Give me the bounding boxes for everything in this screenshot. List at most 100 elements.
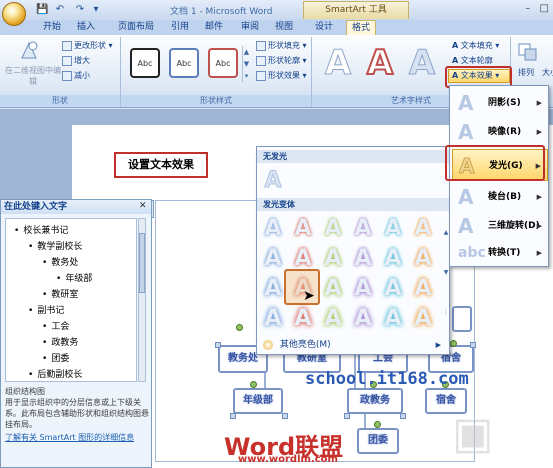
rotation-handle[interactable] (450, 340, 457, 347)
glow-variant-option[interactable]: A (292, 215, 314, 243)
qat-dropdown-icon[interactable]: ▾ (90, 4, 102, 16)
menu-item-shadow[interactable]: A 阴影(S) ▶ (452, 89, 548, 117)
learn-more-link[interactable]: 了解有关 SmartArt 图形的详细信息 (5, 432, 149, 443)
glow-variant-option[interactable]: A (262, 275, 284, 303)
list-item[interactable]: 校长兼书记 (14, 223, 68, 236)
org-node[interactable]: 政教务 (347, 388, 403, 414)
tab-review[interactable]: 审阅 (238, 20, 262, 35)
larger-button[interactable]: 增大 (62, 55, 90, 66)
resize-handle[interactable] (470, 342, 476, 348)
glow-variant-option[interactable]: A (322, 215, 344, 243)
wordart-style-1[interactable]: A (320, 43, 356, 84)
text-pane-scrollbar[interactable] (138, 218, 146, 382)
glow-variant-option[interactable]: A (352, 215, 374, 243)
resize-handle[interactable] (344, 413, 350, 419)
undo-icon[interactable]: ↶ (54, 4, 66, 16)
list-item[interactable]: 教研室 (42, 287, 78, 300)
glow-variant-option[interactable]: A (382, 305, 404, 333)
glow-variant-option[interactable]: A (412, 275, 434, 303)
arrange-button[interactable]: 排列 (518, 67, 534, 78)
smartart-tools-label: SmartArt 工具 (303, 1, 409, 19)
watermark-school: school.it168.com (305, 369, 469, 389)
resize-handle[interactable] (230, 413, 236, 419)
glow-variant-option[interactable]: A (262, 245, 284, 273)
change-shape-button[interactable]: 更改形状 ▾ (62, 40, 113, 51)
glow-variant-option[interactable]: A (382, 275, 404, 303)
glow-variant-option[interactable]: A (412, 305, 434, 333)
no-glow-header: 无发光 (257, 150, 449, 163)
shape-outline-button[interactable]: 形状轮廓 ▾ (256, 55, 307, 66)
size-button[interactable]: 大小 (542, 67, 553, 78)
glow-variant-option[interactable]: A (322, 245, 344, 273)
minimize-icon[interactable]: – (525, 3, 530, 14)
close-icon[interactable]: ✕ (139, 201, 147, 211)
list-item[interactable]: 团委 (42, 351, 69, 364)
glow-variant-option[interactable]: A (382, 245, 404, 273)
glow-variant-option[interactable]: A (352, 275, 374, 303)
menu-item-bevel[interactable]: A 棱台(B) ▶ (452, 183, 548, 211)
arrange-icon[interactable] (517, 41, 539, 63)
tab-references[interactable]: 引用 (168, 20, 192, 35)
tab-view[interactable]: 视图 (272, 20, 296, 35)
resize-handle[interactable] (282, 413, 288, 419)
rotation-handle[interactable] (374, 421, 381, 428)
text-fill-button[interactable]: A 文本填充 ▾ (452, 40, 499, 51)
glow-variant-option[interactable]: A (382, 215, 404, 243)
redo-icon[interactable]: ↷ (74, 4, 86, 16)
shape-style-1[interactable]: Abc (130, 48, 160, 78)
maximize-icon[interactable]: □ (540, 3, 549, 14)
save-icon[interactable]: 💾 (36, 4, 48, 16)
glow-variant-option[interactable]: A (262, 215, 284, 243)
layout-title: 组织结构图 (5, 387, 45, 396)
glow-variant-option[interactable]: A (412, 215, 434, 243)
glow-variant-option[interactable]: A (292, 305, 314, 333)
glow-variant-option[interactable]: A (352, 305, 374, 333)
resize-handle[interactable] (400, 413, 406, 419)
list-item[interactable]: 副书记 (28, 303, 64, 316)
tab-mailings[interactable]: 邮件 (202, 20, 226, 35)
list-item[interactable]: 教务处 (42, 255, 78, 268)
shape-style-3[interactable]: Abc (208, 48, 238, 78)
more-colors-item[interactable]: 其他亮色(M) ▶ (259, 338, 447, 352)
tab-design[interactable]: 设计 (311, 20, 337, 35)
glow-menu-highlight (445, 145, 545, 181)
glow-variant-option[interactable]: A (322, 275, 344, 303)
shape-effects-button[interactable]: 形状效果 ▾ (256, 70, 307, 81)
tab-page-layout[interactable]: 页面布局 (112, 20, 160, 35)
rotation-handle[interactable] (236, 324, 243, 331)
glow-variant-option[interactable]: A (412, 245, 434, 273)
rotation-handle[interactable] (250, 381, 257, 388)
glow-variant-option[interactable]: A (262, 305, 284, 333)
org-node[interactable]: 年级部 (233, 388, 283, 414)
glow-variant-option[interactable]: A (322, 305, 344, 333)
tab-home[interactable]: 开始 (40, 20, 64, 35)
edit-2d-icon[interactable] (18, 40, 40, 62)
office-button[interactable] (2, 2, 26, 26)
tab-insert[interactable]: 插入 (74, 20, 98, 35)
shape-styles-scroll[interactable]: ▲ ▼ ▾ (242, 46, 250, 82)
list-item[interactable]: 年级部 (56, 271, 92, 284)
resize-handle[interactable] (215, 342, 221, 348)
menu-item-transform[interactable]: abc 转换(T) ▶ (452, 239, 548, 267)
menu-item-reflection[interactable]: A 映像(R) ▶ (452, 118, 548, 146)
text-outline-button[interactable]: A 文本轮廓 (452, 55, 493, 66)
shape-style-2[interactable]: Abc (169, 48, 199, 78)
edit-2d-button[interactable]: 在二维视图中编辑 (4, 65, 62, 87)
glow-variant-option[interactable]: A (352, 245, 374, 273)
list-item[interactable]: 工会 (42, 319, 69, 332)
shadow-icon: A (458, 91, 474, 115)
smaller-button[interactable]: 减小 (62, 70, 90, 81)
org-node-partial[interactable] (452, 306, 472, 332)
list-item[interactable]: 教学副校长 (28, 239, 82, 252)
wordart-style-2[interactable]: A (362, 42, 398, 84)
org-node[interactable]: 团委 (357, 428, 399, 454)
list-item[interactable]: 政教务 (42, 335, 78, 348)
menu-item-3d-rotation[interactable]: A 三维旋转(D) ▶ (452, 212, 548, 240)
tab-format[interactable]: 格式 (346, 20, 376, 35)
wordart-style-3[interactable]: A (404, 43, 440, 84)
no-glow-option[interactable]: A (262, 167, 284, 195)
scrollbar-thumb[interactable] (139, 233, 145, 293)
effects-icon (256, 70, 266, 81)
shape-fill-button[interactable]: 形状填充 ▾ (256, 40, 307, 51)
list-item[interactable]: 后勤副校长 (28, 367, 82, 380)
